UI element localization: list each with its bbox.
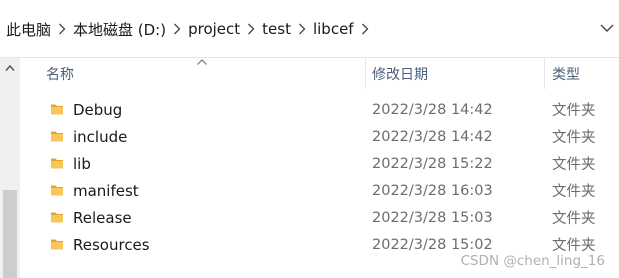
column-header: 名称 修改日期 类型: [20, 58, 619, 89]
chevron-right-icon[interactable]: [354, 0, 376, 58]
sort-ascending-icon: [197, 59, 207, 65]
breadcrumb-item-drive[interactable]: 本地磁盘 (D:): [73, 19, 166, 40]
chevron-right-icon[interactable]: [166, 0, 188, 58]
item-date: 2022/3/28 15:22: [372, 155, 493, 172]
list-item[interactable]: lib 2022/3/28 15:22 文件夹: [20, 150, 619, 177]
column-header-name[interactable]: 名称: [46, 58, 74, 89]
column-divider[interactable]: [544, 58, 545, 89]
item-type: 文件夹: [552, 184, 596, 200]
list-item[interactable]: Release 2022/3/28 15:03 文件夹: [20, 204, 619, 231]
folder-icon: [51, 104, 63, 115]
item-type: 文件夹: [552, 211, 596, 227]
list-item[interactable]: include 2022/3/28 14:42 文件夹: [20, 123, 619, 150]
breadcrumb-item-project[interactable]: project: [188, 20, 240, 38]
item-date: 2022/3/28 14:42: [372, 128, 493, 145]
chevron-right-icon[interactable]: [240, 0, 262, 58]
chevron-down-icon[interactable]: [599, 20, 615, 36]
breadcrumb-item-test[interactable]: test: [262, 20, 291, 38]
list-item[interactable]: Debug 2022/3/28 14:42 文件夹: [20, 96, 619, 123]
item-name: lib: [73, 154, 91, 173]
item-date: 2022/3/28 16:03: [372, 182, 493, 199]
folder-icon: [51, 212, 63, 223]
chevron-right-icon[interactable]: [51, 0, 73, 58]
item-type: 文件夹: [552, 157, 596, 173]
column-header-type[interactable]: 类型: [552, 58, 580, 89]
folder-icon: [51, 131, 63, 142]
chevron-right-icon[interactable]: [291, 0, 313, 58]
item-type: 文件夹: [552, 103, 596, 119]
breadcrumb: 此电脑 本地磁盘 (D:) project test libcef: [0, 0, 376, 58]
breadcrumb-item-this-pc[interactable]: 此电脑: [6, 19, 51, 40]
vertical-scrollbar[interactable]: [0, 58, 20, 278]
item-name: Release: [73, 208, 132, 227]
item-date: 2022/3/28 15:03: [372, 209, 493, 226]
item-name: Resources: [73, 235, 150, 254]
column-divider[interactable]: [365, 58, 366, 89]
file-list: Debug 2022/3/28 14:42 文件夹 include 2022/3…: [20, 96, 619, 258]
folder-icon: [51, 158, 63, 169]
folder-icon: [51, 239, 63, 250]
scroll-up-arrow-icon[interactable]: [5, 64, 15, 72]
item-type: 文件夹: [552, 130, 596, 146]
address-bar[interactable]: 此电脑 本地磁盘 (D:) project test libcef: [0, 0, 619, 58]
watermark: CSDN @chen_ling_16: [460, 253, 605, 269]
list-item[interactable]: manifest 2022/3/28 16:03 文件夹: [20, 177, 619, 204]
item-name: manifest: [73, 181, 139, 200]
item-name: include: [73, 127, 128, 146]
item-date: 2022/3/28 14:42: [372, 101, 493, 118]
scrollbar-thumb[interactable]: [3, 190, 17, 278]
breadcrumb-item-libcef[interactable]: libcef: [313, 20, 354, 38]
folder-icon: [51, 185, 63, 196]
column-header-date[interactable]: 修改日期: [372, 58, 428, 89]
item-name: Debug: [73, 100, 123, 119]
